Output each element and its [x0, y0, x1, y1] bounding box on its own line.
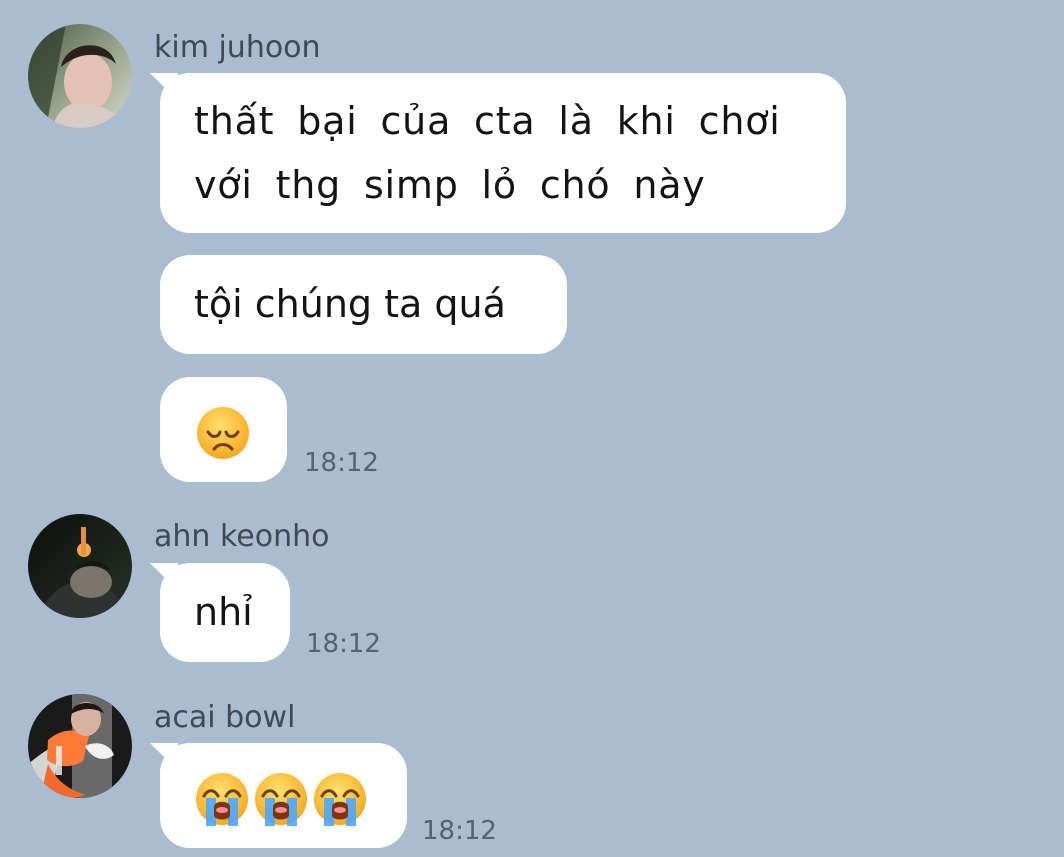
- emoji-text: 😞: [194, 377, 195, 378]
- emoji-message-bubble[interactable]: 😞: [160, 377, 287, 482]
- avatar-kim-juhoon[interactable]: [28, 24, 132, 128]
- message-bubble[interactable]: tội chúng ta quá: [160, 255, 567, 354]
- sender-name: ahn keonho: [154, 519, 330, 554]
- avatar-ahn-keonho[interactable]: [28, 514, 132, 618]
- profile-photo-icon: [28, 694, 132, 798]
- loudly-crying-face-icon: [314, 773, 366, 826]
- message-text: thất bại của cta là khi chơi với thg sim…: [194, 99, 781, 207]
- sender-name: kim juhoon: [154, 30, 321, 65]
- avatar-acai-bowl[interactable]: [28, 694, 132, 798]
- loudly-crying-face-icon: [255, 773, 307, 826]
- timestamp: 18:12: [306, 629, 381, 659]
- sender-name: acai bowl: [154, 700, 296, 735]
- loudly-crying-face-icon: [196, 773, 248, 826]
- emoji-text: 😭😭😭: [194, 743, 195, 744]
- disappointed-face-icon: [197, 407, 249, 459]
- timestamp: 18:12: [304, 448, 379, 478]
- profile-photo-icon: [28, 514, 132, 618]
- chat-thread: kim juhoon thất bại của cta là khi chơi …: [0, 0, 1064, 857]
- message-bubble[interactable]: nhỉ: [160, 563, 290, 662]
- message-text: nhỉ: [194, 590, 253, 634]
- timestamp: 18:12: [422, 816, 497, 846]
- profile-photo-icon: [28, 24, 132, 128]
- emoji-message-bubble[interactable]: 😭😭😭: [160, 743, 407, 848]
- message-text: tội chúng ta quá: [194, 282, 506, 326]
- message-bubble[interactable]: thất bại của cta là khi chơi với thg sim…: [160, 73, 846, 233]
